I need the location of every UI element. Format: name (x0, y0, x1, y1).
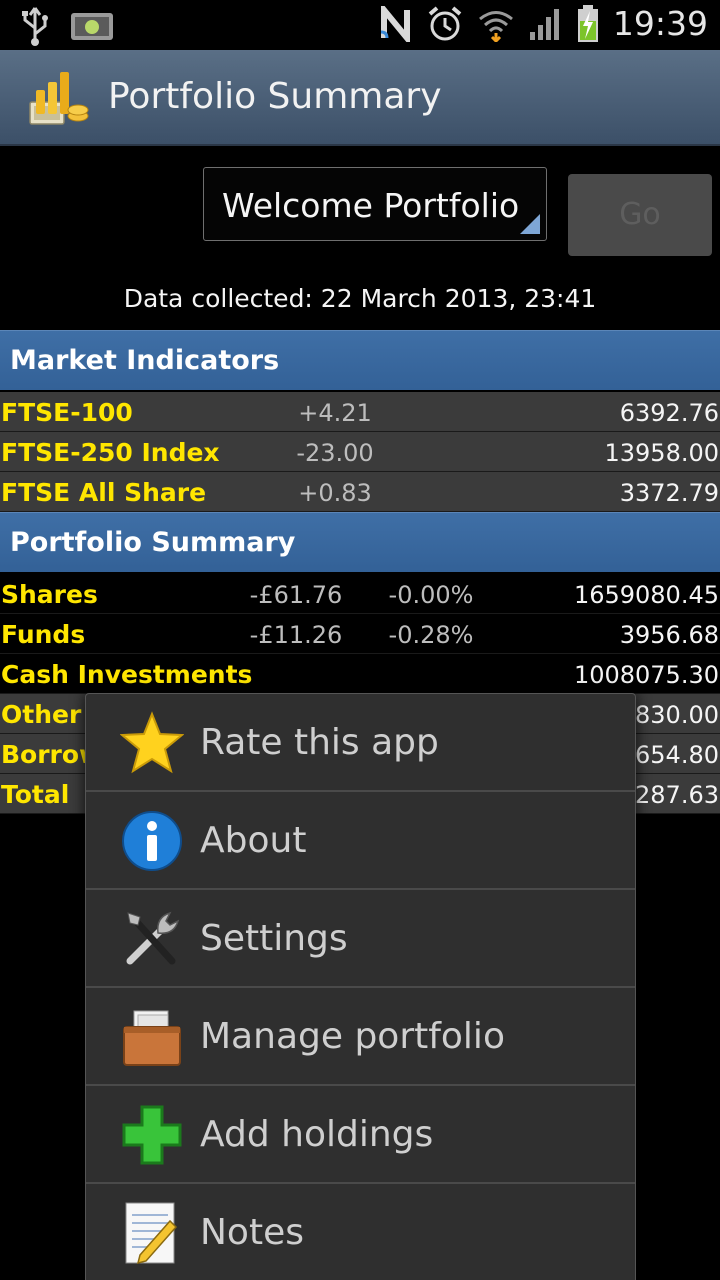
status-bar: 19:39 (0, 0, 720, 50)
section-title: Market Indicators (10, 345, 280, 376)
page-title: Portfolio Summary (108, 76, 442, 117)
tools-icon (126, 911, 180, 965)
menu-item-manage-portfolio[interactable]: Manage portfolio (86, 988, 635, 1086)
clock: 19:39 (612, 4, 708, 43)
options-menu: Rate this app About Settings Manage port… (85, 693, 636, 1280)
app-logo-icon (29, 72, 89, 125)
usb-icon (22, 7, 48, 46)
debug-android-icon (71, 13, 113, 40)
menu-item-rate-app[interactable]: Rate this app (86, 694, 635, 792)
table-row[interactable]: FTSE-250 Index -23.00 13958.00 (0, 432, 720, 472)
data-collected-text: Data collected: 22 March 2013, 23:41 (123, 284, 597, 313)
star-icon (120, 711, 184, 774)
market-indicators-header: Market Indicators (0, 330, 720, 390)
table-row[interactable]: FTSE-100 +4.21 6392.76 (0, 392, 720, 432)
nfc-icon (380, 5, 410, 42)
wifi-icon (478, 10, 513, 42)
briefcase-icon (123, 1010, 181, 1066)
table-row[interactable]: FTSE All Share +0.83 3372.79 (0, 472, 720, 512)
plus-icon (122, 1105, 182, 1165)
info-icon (122, 811, 182, 871)
table-row[interactable]: Funds -£11.26 -0.28% 3956.68 (0, 614, 720, 654)
section-title: Portfolio Summary (10, 527, 296, 558)
portfolio-summary-header: Portfolio Summary (0, 512, 720, 572)
battery-charging-icon (577, 4, 598, 42)
dropdown-arrow-icon (520, 214, 540, 234)
signal-icon (529, 8, 559, 40)
notes-icon (125, 1202, 178, 1265)
alarm-icon (428, 5, 462, 40)
action-bar: Portfolio Summary (0, 50, 720, 146)
menu-item-add-holdings[interactable]: Add holdings (86, 1086, 635, 1184)
portfolio-spinner[interactable]: Welcome Portfolio (203, 167, 547, 241)
menu-item-notes[interactable]: Notes (86, 1184, 635, 1280)
menu-item-settings[interactable]: Settings (86, 890, 635, 988)
table-row[interactable]: Shares -£61.76 -0.00% 1659080.45 (0, 574, 720, 614)
table-row[interactable]: Cash Investments 1008075.30 (0, 654, 720, 694)
portfolio-spinner-value: Welcome Portfolio (222, 186, 520, 225)
menu-item-about[interactable]: About (86, 792, 635, 890)
go-button[interactable]: Go (568, 174, 712, 256)
